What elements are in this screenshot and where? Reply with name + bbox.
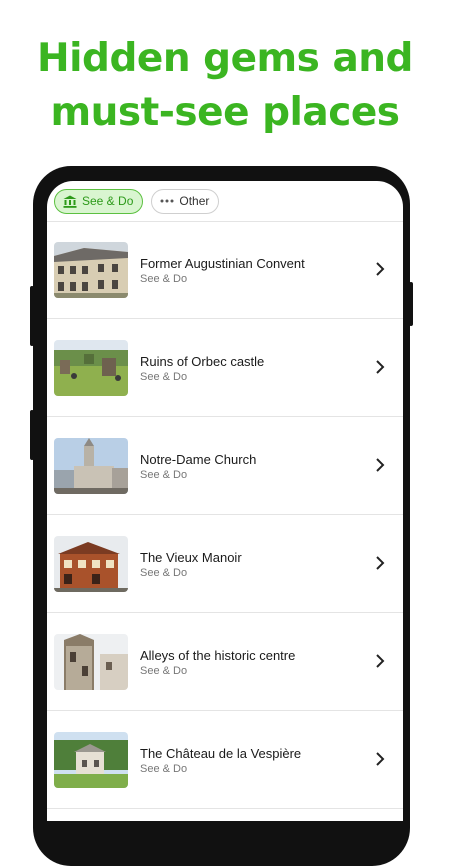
chevron-right-icon <box>375 359 385 380</box>
place-thumbnail <box>54 340 128 396</box>
place-category: See & Do <box>140 469 188 481</box>
place-thumbnail <box>54 536 128 592</box>
more-dots-icon <box>160 199 174 203</box>
place-title: Ruins of Orbec castle <box>140 354 265 369</box>
place-category: See & Do <box>140 371 188 383</box>
phone-side-button <box>30 410 34 460</box>
place-category: See & Do <box>140 567 188 579</box>
phone-power-button <box>409 282 413 326</box>
chevron-right-icon <box>375 555 385 576</box>
place-title: The Château de la Vespière <box>140 746 302 761</box>
list-item[interactable]: The Château de la Vespière See & Do <box>47 711 403 809</box>
place-thumbnail <box>54 242 128 298</box>
list-item[interactable]: Ruins of Orbec castle See & Do <box>47 319 403 417</box>
promo-headline: Hidden gems and must-see places <box>0 32 450 140</box>
place-title: Former Augustinian Convent <box>140 256 305 271</box>
headline-line-1: Hidden gems and <box>37 36 413 81</box>
place-thumbnail <box>54 438 128 494</box>
filter-bar: See & Do Other <box>47 181 403 222</box>
filter-chip-other[interactable]: Other <box>151 188 220 214</box>
filter-chip-label: See & Do <box>82 194 134 208</box>
place-title: Notre-Dame Church <box>140 452 257 467</box>
chevron-right-icon <box>375 653 385 674</box>
place-thumbnail <box>54 732 128 788</box>
list-item[interactable]: The Vieux Manoir See & Do <box>47 515 403 613</box>
place-title: Alleys of the historic centre <box>140 648 296 663</box>
place-thumbnail <box>54 634 128 690</box>
chevron-right-icon <box>375 261 385 282</box>
place-category: See & Do <box>140 273 188 285</box>
places-list: Former Augustinian Convent See & Do Ruin… <box>47 221 403 809</box>
app-screen: See & Do Other Former Augustinian Conven… <box>47 181 403 821</box>
headline-line-2: must-see places <box>50 90 400 135</box>
place-title: The Vieux Manoir <box>140 550 242 565</box>
list-item[interactable]: Notre-Dame Church See & Do <box>47 417 403 515</box>
place-category: See & Do <box>140 763 188 775</box>
museum-icon <box>63 195 77 208</box>
chevron-right-icon <box>375 457 385 478</box>
chevron-right-icon <box>375 751 385 772</box>
phone-volume-button <box>30 286 34 346</box>
place-category: See & Do <box>140 665 188 677</box>
filter-chip-label: Other <box>179 194 210 208</box>
list-item[interactable]: Former Augustinian Convent See & Do <box>47 221 403 319</box>
list-item[interactable]: Alleys of the historic centre See & Do <box>47 613 403 711</box>
filter-chip-see-do[interactable]: See & Do <box>54 188 144 214</box>
